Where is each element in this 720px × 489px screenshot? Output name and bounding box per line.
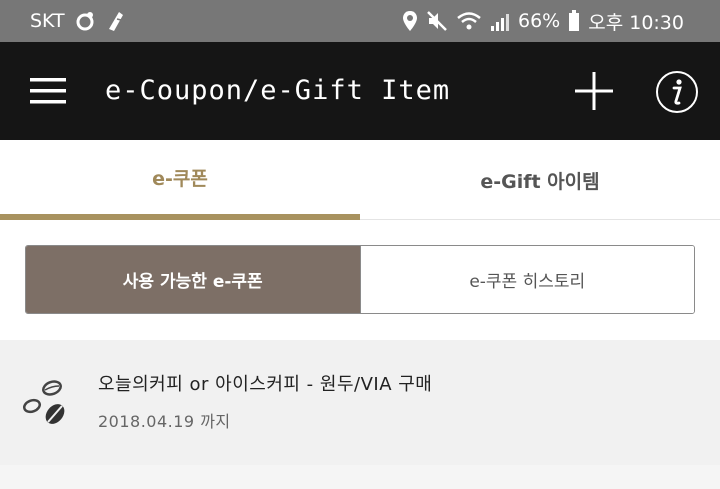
status-time: 오후 10:30 <box>588 11 684 34</box>
battery-percent: 66% <box>518 10 561 32</box>
menu-button[interactable] <box>30 77 66 105</box>
page-title: e-Coupon/e-Gift Item <box>105 75 451 106</box>
status-bar-left: SKT <box>30 9 127 33</box>
status-bar-right: 66% 오후 10:30 <box>402 8 684 35</box>
tab-bar: e-쿠폰 e-Gift 아이템 <box>0 140 720 220</box>
add-button[interactable] <box>573 70 615 112</box>
mute-icon <box>426 10 448 32</box>
notification-icon <box>105 9 127 33</box>
carrier-label: SKT <box>30 10 65 32</box>
sync-icon <box>75 11 95 31</box>
tab-e-coupon[interactable]: e-쿠폰 <box>0 140 360 220</box>
hamburger-icon <box>30 78 66 104</box>
tab-e-gift-item[interactable]: e-Gift 아이템 <box>360 140 720 220</box>
coupon-history-button[interactable]: e-쿠폰 히스토리 <box>359 246 694 313</box>
coffee-bean-icon <box>23 380 65 424</box>
coupon-expiry-date: 2018.04.19 까지 <box>98 412 231 431</box>
available-coupons-button[interactable]: 사용 가능한 e-쿠폰 <box>26 246 360 313</box>
coupon-title: 오늘의커피 or 아이스커피 - 원두/VIA 구매 <box>98 374 433 395</box>
battery-icon <box>568 10 580 32</box>
status-bar: SKT 66% 오후 10:30 <box>0 0 720 42</box>
coupon-filter-segment: 사용 가능한 e-쿠폰 e-쿠폰 히스토리 <box>25 245 695 314</box>
app-bar: e-Coupon/e-Gift Item <box>0 42 720 140</box>
signal-icon <box>490 11 510 31</box>
info-button[interactable] <box>655 70 699 114</box>
list-item[interactable]: 오늘의커피 or 아이스커피 - 원두/VIA 구매 2018.04.19 까지 <box>0 340 720 465</box>
wifi-icon <box>456 11 482 31</box>
info-icon <box>656 71 698 113</box>
location-icon <box>402 10 418 32</box>
plus-icon <box>575 72 613 110</box>
coupon-list: 오늘의커피 or 아이스커피 - 원두/VIA 구매 2018.04.19 까지 <box>0 340 720 489</box>
